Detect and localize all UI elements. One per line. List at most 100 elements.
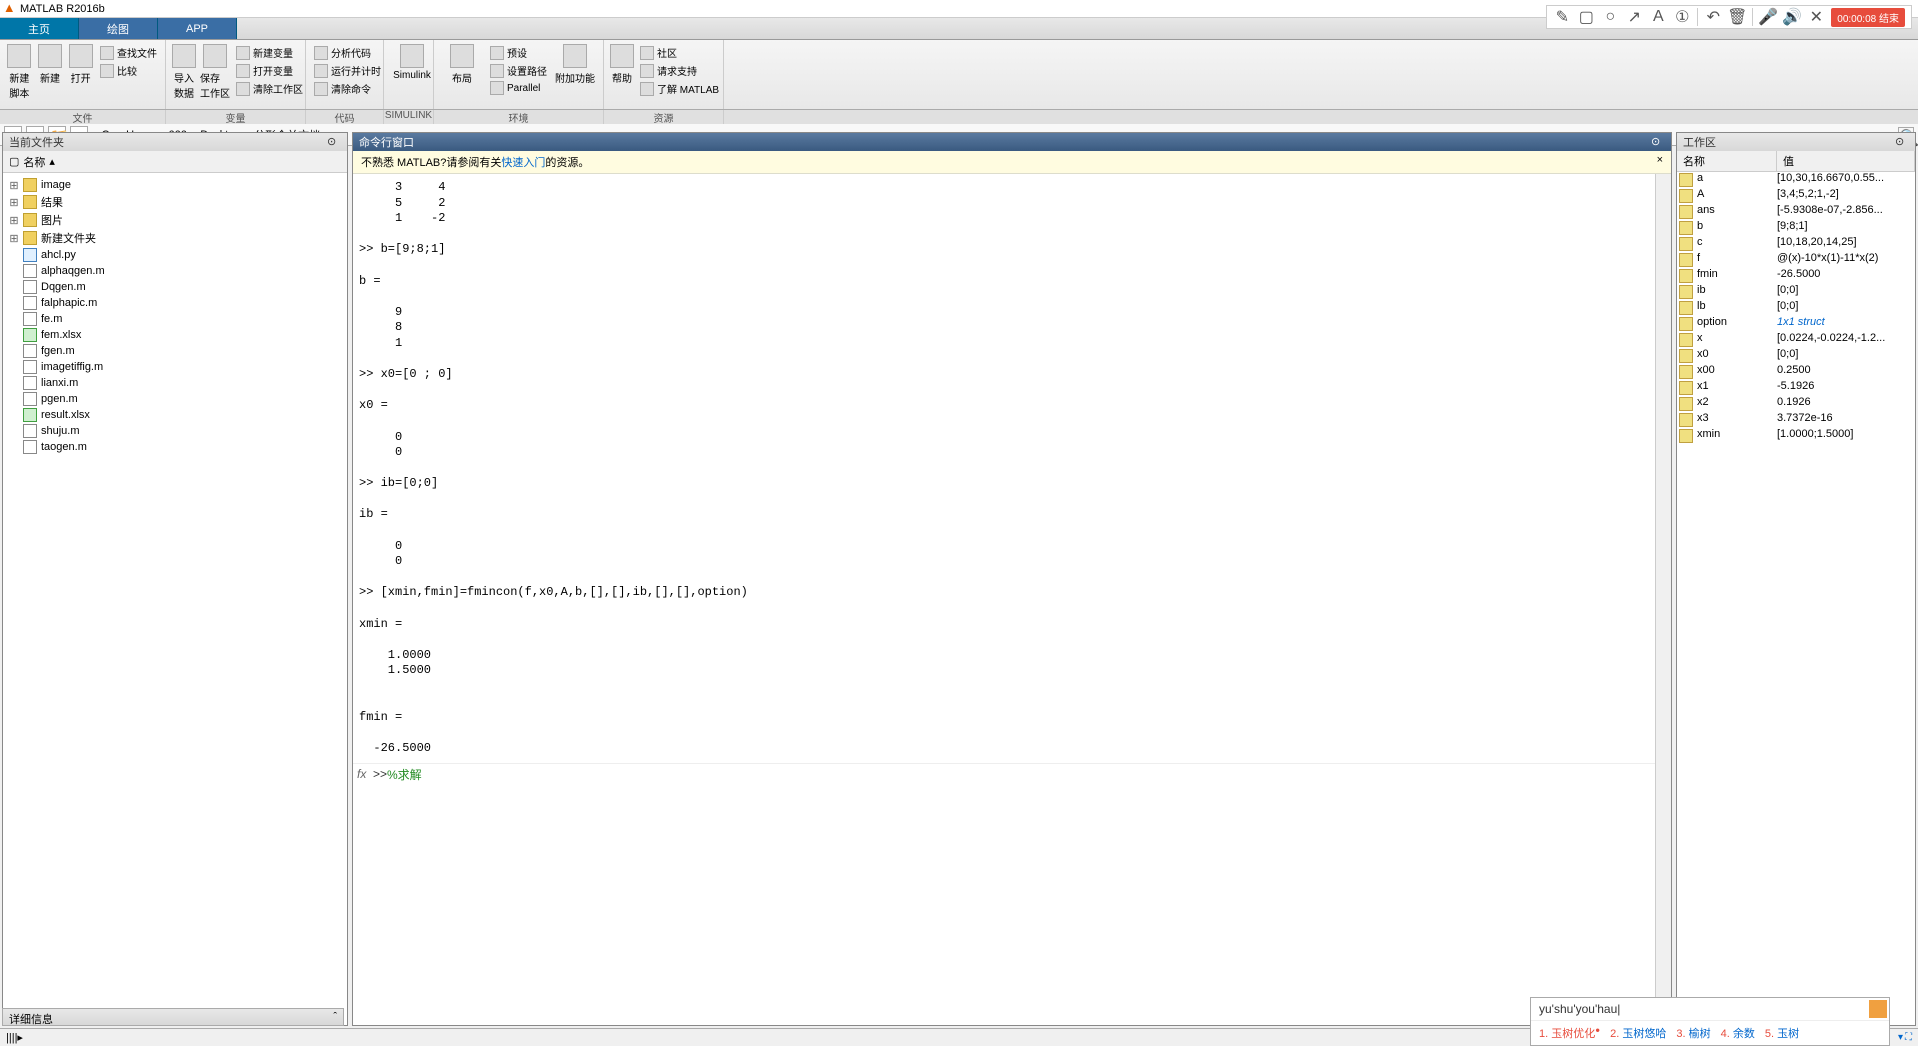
expand-icon[interactable]: ⊞ (9, 179, 19, 192)
ws-var-row[interactable]: x000.2500 (1677, 364, 1915, 380)
cmd-scrollbar[interactable] (1655, 174, 1671, 1025)
file-item[interactable]: result.xlsx (7, 407, 343, 423)
import-data-button[interactable]: 导入 数据 (172, 44, 196, 100)
ws-var-row[interactable]: x20.1926 (1677, 396, 1915, 412)
ws-var-row[interactable]: x1-5.1926 (1677, 380, 1915, 396)
ws-var-row[interactable]: x33.7372e-16 (1677, 412, 1915, 428)
arrow-icon[interactable]: ↗ (1625, 8, 1643, 26)
ws-var-row[interactable]: ans[-5.9308e-07,-2.856... (1677, 204, 1915, 220)
file-item[interactable]: Dqgen.m (7, 279, 343, 295)
ime-input[interactable]: yu'shu'you'hau (1531, 998, 1889, 1021)
ws-var-row[interactable]: fmin-26.5000 (1677, 268, 1915, 284)
file-item[interactable]: ahcl.py (7, 247, 343, 263)
details-header[interactable]: 详细信息 ˆ (2, 1008, 344, 1026)
parallel-button[interactable]: Parallel (488, 80, 549, 96)
file-item[interactable]: fem.xlsx (7, 327, 343, 343)
ws-var-row[interactable]: f@(x)-10*x(1)-11*x(2) (1677, 252, 1915, 268)
simulink-button[interactable]: Simulink (390, 44, 434, 81)
file-item[interactable]: fgen.m (7, 343, 343, 359)
folder-item[interactable]: ⊞图片 (7, 211, 343, 229)
trash-icon[interactable]: 🗑 (1728, 8, 1746, 26)
cmd-body[interactable]: 3 4 5 2 1 -2 >> b=[9;8;1] b = 9 8 1 >> x… (353, 174, 1671, 1025)
open-var-button[interactable]: 打开变量 (234, 62, 305, 79)
file-item[interactable]: falphapic.m (7, 295, 343, 311)
ime-candidate[interactable]: 1. 玉树优化● (1539, 1025, 1600, 1041)
folder-col-name[interactable]: 名称 (23, 154, 45, 170)
find-files-button[interactable]: 查找文件 (98, 44, 159, 61)
quickstart-link[interactable]: 快速入门 (501, 154, 545, 170)
addons-button[interactable]: 附加功能 (553, 44, 597, 96)
file-item[interactable]: imagetiffig.m (7, 359, 343, 375)
cmd-output[interactable]: 3 4 5 2 1 -2 >> b=[9;8;1] b = 9 8 1 >> x… (353, 174, 1655, 763)
file-item[interactable]: lianxi.m (7, 375, 343, 391)
file-item[interactable]: pgen.m (7, 391, 343, 407)
ws-col-name[interactable]: 名称 (1677, 151, 1777, 171)
folder-item[interactable]: ⊞新建文件夹 (7, 229, 343, 247)
ws-var-row[interactable]: a[10,30,16.6670,0.55... (1677, 172, 1915, 188)
ws-var-row[interactable]: lb[0;0] (1677, 300, 1915, 316)
ws-col-value[interactable]: 值 (1777, 151, 1915, 171)
circle-icon[interactable]: ○ (1601, 8, 1619, 26)
expand-icon[interactable]: ⊞ (9, 214, 19, 227)
rec-time-badge[interactable]: 00:00:08 结束 (1831, 8, 1905, 27)
ws-var-row[interactable]: A[3,4;5,2;1,-2] (1677, 188, 1915, 204)
open-button[interactable]: 打开 (67, 44, 94, 100)
ws-var-row[interactable]: x[0.0224,-0.0224,-1.2... (1677, 332, 1915, 348)
clear-ws-button[interactable]: 清除工作区 (234, 80, 305, 97)
ws-var-row[interactable]: option1x1 struct (1677, 316, 1915, 332)
ime-candidate[interactable]: 2. 玉树悠哈 (1610, 1025, 1666, 1041)
clear-cmd-button[interactable]: 清除命令 (312, 80, 377, 97)
new-var-button[interactable]: 新建变量 (234, 44, 305, 61)
file-icon (23, 440, 37, 454)
undo-icon[interactable]: ↶ (1704, 8, 1722, 26)
compare-button[interactable]: 比较 (98, 62, 159, 79)
expand-icon[interactable]: ⊞ (9, 196, 19, 209)
panel-menu-icon[interactable]: ⊙ (327, 135, 341, 149)
tab-plots[interactable]: 绘图 (79, 18, 158, 39)
setpath-button[interactable]: 设置路径 (488, 62, 549, 79)
fx-icon[interactable]: fx (357, 767, 373, 781)
speaker-icon[interactable]: 🔊 (1783, 8, 1801, 26)
mic-icon[interactable]: 🎤 (1759, 8, 1777, 26)
file-item[interactable]: taogen.m (7, 439, 343, 455)
cmd-current-input[interactable]: %求解 (387, 766, 422, 783)
help-button[interactable]: 帮助 (610, 44, 634, 97)
ime-candidate[interactable]: 5. 玉树 (1765, 1025, 1799, 1041)
run-time-button[interactable]: 运行并计时 (312, 62, 377, 79)
taskbar-icons[interactable]: ▾⛶ (1892, 1028, 1918, 1046)
file-item[interactable]: fe.m (7, 311, 343, 327)
new-script-button[interactable]: 新建 脚本 (6, 44, 33, 100)
prefs-button[interactable]: 预设 (488, 44, 549, 61)
panel-menu-icon[interactable]: ⊙ (1895, 135, 1909, 149)
square-icon[interactable]: ▢ (1577, 8, 1595, 26)
number-tool-icon[interactable]: ① (1673, 8, 1691, 26)
support-button[interactable]: 请求支持 (638, 62, 721, 79)
file-item[interactable]: alphaqgen.m (7, 263, 343, 279)
folder-item[interactable]: ⊞image (7, 177, 343, 193)
ws-var-row[interactable]: ib[0;0] (1677, 284, 1915, 300)
text-tool-icon[interactable]: A (1649, 8, 1667, 26)
ime-candidate[interactable]: 3. 榆树 (1676, 1025, 1710, 1041)
layout-button[interactable]: 布局 (440, 44, 484, 96)
learn-button[interactable]: 了解 MATLAB (638, 80, 721, 97)
community-button[interactable]: 社区 (638, 44, 721, 61)
save-workspace-button[interactable]: 保存 工作区 (200, 44, 230, 100)
cmd-input-row[interactable]: fx >> %求解 (353, 763, 1655, 785)
expand-icon[interactable]: ⊞ (9, 232, 19, 245)
new-button[interactable]: 新建 (37, 44, 64, 100)
ws-var-row[interactable]: x0[0;0] (1677, 348, 1915, 364)
pencil-icon[interactable]: ✎ (1553, 8, 1571, 26)
ws-var-row[interactable]: c[10,18,20,14,25] (1677, 236, 1915, 252)
banner-close-icon[interactable]: × (1657, 154, 1663, 170)
ws-var-row[interactable]: b[9;8;1] (1677, 220, 1915, 236)
tab-apps[interactable]: APP (158, 18, 237, 39)
tab-home[interactable]: 主页 (0, 18, 79, 39)
expand-icon[interactable]: ˆ (333, 1011, 337, 1023)
folder-item[interactable]: ⊞结果 (7, 193, 343, 211)
ws-var-row[interactable]: xmin[1.0000;1.5000] (1677, 428, 1915, 444)
file-item[interactable]: shuju.m (7, 423, 343, 439)
analyze-code-button[interactable]: 分析代码 (312, 44, 377, 61)
close-rec-icon[interactable]: ✕ (1807, 8, 1825, 26)
ime-candidate[interactable]: 4. 余数 (1721, 1025, 1755, 1041)
panel-menu-icon[interactable]: ⊙ (1651, 135, 1665, 149)
